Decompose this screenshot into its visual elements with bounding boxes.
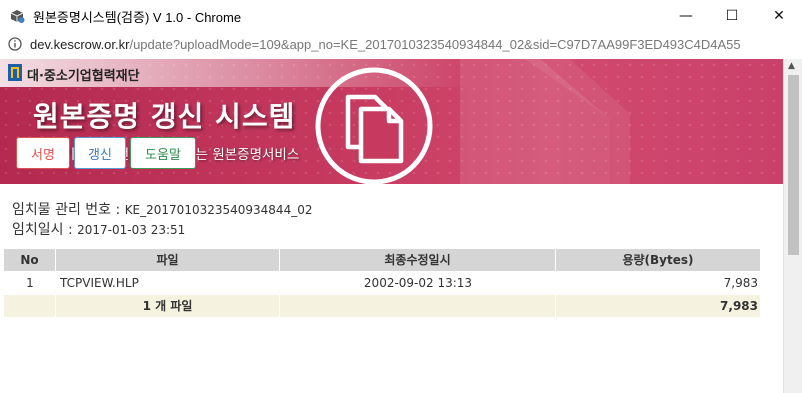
footer-count: 1 개 파일 (56, 295, 280, 317)
documents-icon (315, 67, 433, 184)
info-icon[interactable] (8, 37, 22, 51)
management-number: 임치물 관리 번호 : KE_2017010323540934844_02 (12, 199, 312, 219)
window-titlebar: 원본증명시스템(검증) V 1.0 - Chrome — ☐ ✕ (0, 0, 802, 31)
window-title: 원본증명시스템(검증) V 1.0 - Chrome (33, 10, 242, 25)
close-icon: ✕ (773, 7, 785, 24)
management-number-label: 임치물 관리 번호 : (12, 202, 125, 218)
deposit-datetime-value: 2017-01-03 23:51 (77, 223, 186, 237)
row-no: 1 (26, 276, 34, 290)
url-host: dev.kescrow.or.kr (30, 37, 130, 52)
banner-title: 원본증명 갱신 시스템 (33, 100, 296, 133)
scroll-thumb[interactable] (788, 75, 799, 255)
renew-button[interactable]: 갱신 (74, 137, 126, 169)
sign-button[interactable]: 서명 (16, 137, 70, 169)
url-path: /update?uploadMode=109&app_no=KE_2017010… (129, 37, 741, 52)
table-footer-row: 1 개 파일 7,983 (4, 295, 760, 317)
help-button[interactable]: 도움말 (130, 137, 196, 169)
table-row[interactable]: 1 TCPVIEW.HLP 2002-09-02 13:13 7,983 (4, 272, 760, 294)
management-number-value: KE_2017010323540934844_02 (124, 203, 313, 217)
footer-no (4, 295, 56, 317)
footer-total: 7,983 (720, 299, 758, 313)
header-size: 용량(Bytes) (622, 253, 694, 267)
header-modified: 최종수정일시 (280, 249, 556, 271)
page-content: 대·중소기업협력재단 원본증명 갱신 시스템 핵심기술을 안전하게 보호하는 원… (0, 59, 783, 393)
org-logo-icon (8, 64, 22, 81)
app-icon (10, 10, 25, 23)
row-size: 7,983 (723, 276, 758, 290)
scroll-up-icon[interactable]: ▲ (788, 61, 795, 71)
minimize-button[interactable]: — (663, 0, 709, 31)
table-header-row: No 파일 최종수정일시 용량(Bytes) (4, 249, 760, 271)
url-text[interactable]: dev.kescrow.or.kr/update?uploadMode=109&… (30, 37, 741, 52)
deposit-datetime-label: 임치일시 : (12, 222, 78, 238)
deposit-datetime: 임치일시 : 2017-01-03 23:51 (12, 219, 185, 239)
vertical-scrollbar[interactable]: ▲ (783, 59, 802, 393)
address-bar[interactable]: dev.kescrow.or.kr/update?uploadMode=109&… (0, 31, 802, 60)
footer-modified (280, 295, 556, 317)
maximize-icon: ☐ (725, 7, 739, 24)
org-name: 대·중소기업협력재단 (27, 69, 140, 84)
close-button[interactable]: ✕ (756, 0, 802, 31)
maximize-button[interactable]: ☐ (709, 0, 755, 31)
header-file: 파일 (56, 249, 280, 271)
header-no: No (4, 249, 56, 271)
row-modified: 2002-09-02 13:13 (363, 276, 473, 290)
row-file: TCPVIEW.HLP (60, 276, 139, 290)
minimize-icon: — (679, 7, 693, 24)
